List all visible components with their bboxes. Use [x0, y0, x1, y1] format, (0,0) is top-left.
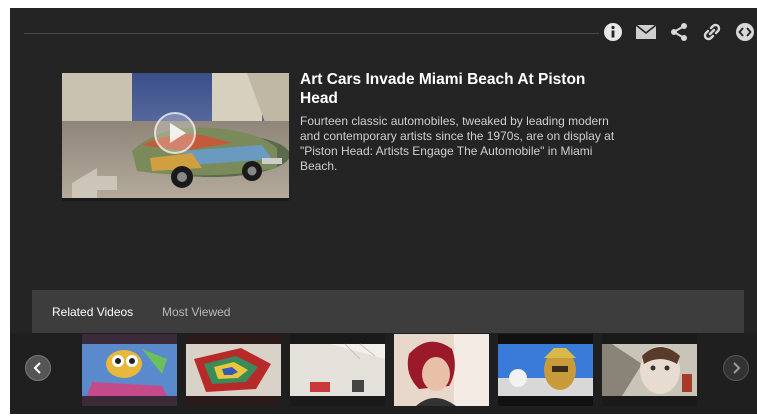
info-icon[interactable]: [602, 21, 624, 43]
related-thumbnail-image: [394, 334, 489, 406]
main-video-thumbnail[interactable]: [62, 73, 289, 201]
related-video-4[interactable]: [394, 334, 489, 406]
video-title[interactable]: Art Cars Invade Miami Beach At Piston He…: [300, 70, 620, 108]
play-icon[interactable]: [153, 111, 197, 160]
tab-most-viewed[interactable]: Most Viewed: [162, 305, 230, 319]
related-thumbnail-image: [186, 334, 281, 406]
share-icon[interactable]: [668, 21, 690, 43]
video-player: Art Cars Invade Miami Beach At Piston He…: [10, 8, 757, 414]
related-video-1[interactable]: [82, 334, 177, 406]
related-thumbnail-image: [290, 334, 385, 406]
related-video-6[interactable]: [602, 334, 697, 406]
divider: [24, 33, 599, 34]
related-video-3[interactable]: [290, 334, 385, 406]
tabs-bar: Related Videos Most Viewed: [32, 290, 744, 337]
related-thumbnail-image: [602, 334, 697, 406]
embed-icon[interactable]: [734, 21, 756, 43]
share-toolbar: [602, 21, 756, 43]
related-video-2[interactable]: [186, 334, 281, 406]
related-thumbnail-image: [498, 334, 593, 406]
video-description: Fourteen classic automobiles, tweaked by…: [300, 114, 615, 173]
next-button[interactable]: [723, 355, 749, 381]
link-icon[interactable]: [701, 21, 723, 43]
chevron-right-icon: [733, 362, 741, 374]
related-thumbnail-image: [82, 334, 177, 406]
tab-related-videos[interactable]: Related Videos: [52, 305, 133, 319]
related-video-5[interactable]: [498, 334, 593, 406]
chevron-left-icon: [33, 362, 41, 374]
email-icon[interactable]: [635, 21, 657, 43]
previous-button[interactable]: [25, 355, 51, 381]
